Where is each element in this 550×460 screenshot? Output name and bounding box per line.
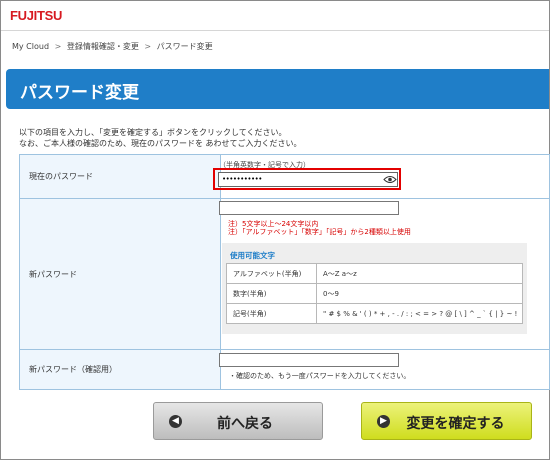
breadcrumb-item-account-info[interactable]: 登録情報確認・変更 bbox=[67, 42, 139, 51]
confirm-password-note: ・確認のため、もう一度パスワードを入力してください。 bbox=[229, 372, 411, 380]
intro-line-1: 以下の項目を入力し、「変更を確定する」ボタンをクリックしてください。 bbox=[19, 128, 287, 137]
table-row: 記号(半角) " # $ % & ' ( ) * + , - . / : ; <… bbox=[226, 303, 523, 324]
fujitsu-logo[interactable]: FUJITSU bbox=[10, 8, 62, 23]
intro-line-2: なお、ご本人様の確認のため、現在のパスワードを あわせてご入力ください。 bbox=[19, 139, 302, 148]
allowed-chars-title: 使用可能文字 bbox=[230, 251, 275, 260]
char-type-label: アルファベット(半角) bbox=[226, 263, 317, 284]
allowed-chars-box: 使用可能文字 アルファベット(半角) A～Z a～z 数字(半角) 0～9 記号… bbox=[222, 243, 527, 334]
header-divider bbox=[1, 30, 549, 31]
confirm-password-label: 新パスワード（確認用） bbox=[19, 349, 221, 390]
breadcrumb-separator: > bbox=[144, 42, 152, 51]
current-password-input[interactable]: ••••••••••• bbox=[218, 172, 398, 187]
allowed-chars-table: アルファベット(半角) A～Z a～z 数字(半角) 0～9 記号(半角) " … bbox=[226, 263, 523, 324]
table-row: 数字(半角) 0～9 bbox=[226, 283, 523, 304]
char-type-value: " # $ % & ' ( ) * + , - . / : ; < = > ? … bbox=[316, 303, 523, 324]
eye-icon[interactable] bbox=[383, 175, 397, 184]
back-button-label: 前へ戻る bbox=[217, 416, 273, 432]
char-type-value: A～Z a～z bbox=[316, 263, 523, 284]
page-title: パスワード変更 bbox=[20, 83, 139, 103]
confirm-change-button[interactable]: ▶ 変更を確定する bbox=[361, 402, 532, 440]
breadcrumb-separator: > bbox=[54, 42, 62, 51]
char-type-label: 数字(半角) bbox=[226, 283, 317, 304]
char-type-value: 0～9 bbox=[316, 283, 523, 304]
new-password-label: 新パスワード bbox=[19, 198, 221, 350]
charset-note: 注）「アルファベット」「数字」「記号」から2種類以上使用 bbox=[228, 228, 411, 236]
confirm-password-input[interactable] bbox=[219, 353, 399, 367]
intro-text: 以下の項目を入力し、「変更を確定する」ボタンをクリックしてください。 なお、ご本… bbox=[19, 127, 302, 149]
new-password-input[interactable] bbox=[219, 201, 399, 215]
back-button[interactable]: ◀ 前へ戻る bbox=[153, 402, 323, 440]
breadcrumb: My Cloud > 登録情報確認・変更 > パスワード変更 bbox=[12, 41, 216, 52]
current-password-label: 現在のパスワード bbox=[19, 154, 221, 199]
confirm-change-button-label: 変更を確定する bbox=[406, 416, 505, 432]
char-type-label: 記号(半角) bbox=[226, 303, 317, 324]
page-title-bar: パスワード変更 bbox=[6, 69, 549, 109]
breadcrumb-item-current: パスワード変更 bbox=[156, 42, 213, 51]
table-row: アルファベット(半角) A～Z a～z bbox=[226, 263, 523, 284]
breadcrumb-item-my-cloud[interactable]: My Cloud bbox=[12, 42, 49, 51]
